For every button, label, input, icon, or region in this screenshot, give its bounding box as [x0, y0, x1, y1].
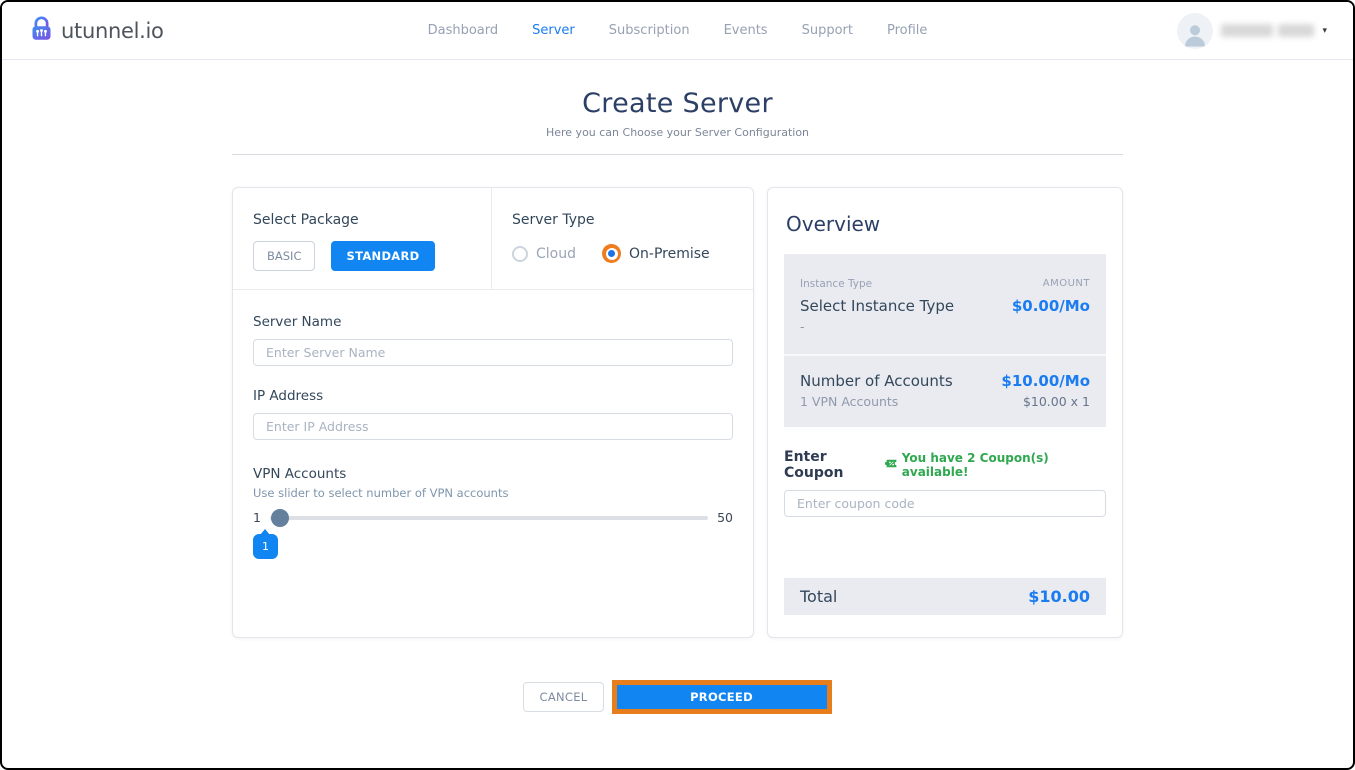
padlock-icon: [28, 15, 55, 46]
amount-header: AMOUNT: [1043, 278, 1090, 290]
page-subtitle: Here you can Choose your Server Configur…: [2, 126, 1353, 139]
ip-address-input[interactable]: [253, 413, 733, 440]
app-window: utunnel.io Dashboard Server Subscription…: [0, 0, 1355, 770]
server-name-label: Server Name: [253, 314, 733, 330]
nav-item-profile[interactable]: Profile: [887, 23, 927, 38]
radio-unselected-icon: [512, 246, 528, 262]
accounts-price-detail: $10.00 x 1: [1023, 394, 1090, 409]
radio-selected-icon: [602, 244, 621, 263]
logo-text: utunnel.io: [61, 19, 164, 43]
accounts-name: Number of Accounts: [800, 372, 953, 390]
slider-handle[interactable]: [271, 509, 289, 527]
accounts-amount: $10.00/Mo: [1001, 372, 1090, 390]
server-config-card: Select Package BASIC STANDARD Server Typ…: [232, 187, 754, 638]
server-type-label: Server Type: [512, 212, 733, 228]
nav-item-dashboard[interactable]: Dashboard: [428, 23, 499, 38]
slider-track[interactable]: [270, 516, 708, 520]
proceed-button[interactable]: PROCEED: [617, 685, 827, 709]
top-navbar: utunnel.io Dashboard Server Subscription…: [2, 2, 1353, 60]
radio-cloud[interactable]: Cloud: [512, 246, 576, 262]
accounts-row: Number of Accounts $10.00/Mo 1 VPN Accou…: [784, 356, 1106, 427]
instance-type-header: Instance Type: [800, 278, 872, 290]
nav-item-subscription[interactable]: Subscription: [609, 23, 690, 38]
slider-value-badge: 1: [253, 534, 278, 559]
main-nav: Dashboard Server Subscription Events Sup…: [428, 23, 928, 38]
total-amount: $10.00: [1028, 587, 1090, 606]
proceed-highlight-box: PROCEED: [612, 680, 832, 714]
coupons-available-text: You have 2 Coupon(s) available!: [902, 451, 1106, 479]
person-icon: [1177, 13, 1213, 49]
server-name-input[interactable]: [253, 339, 733, 366]
radio-cloud-label: Cloud: [536, 246, 576, 262]
coupon-label: Enter Coupon: [784, 449, 885, 481]
total-row: Total $10.00: [784, 578, 1106, 615]
total-label: Total: [800, 587, 837, 606]
coupon-code-input[interactable]: [784, 490, 1106, 517]
vpn-accounts-helper: Use slider to select number of VPN accou…: [253, 486, 733, 500]
vpn-accounts-label: VPN Accounts: [253, 466, 733, 482]
chevron-down-icon: ▾: [1322, 26, 1327, 36]
vpn-accounts-slider: 1 50 1: [253, 510, 733, 565]
select-package-label: Select Package: [253, 212, 471, 228]
logo[interactable]: utunnel.io: [28, 15, 164, 46]
package-standard-button[interactable]: STANDARD: [331, 241, 434, 271]
nav-item-support[interactable]: Support: [802, 23, 853, 38]
instance-type-name: Select Instance Type: [800, 297, 954, 315]
coupons-available-link[interactable]: You have 2 Coupon(s) available!: [885, 451, 1106, 479]
heading-divider: [232, 154, 1123, 155]
instance-type-row: Instance Type AMOUNT Select Instance Typ…: [784, 254, 1106, 354]
ip-address-label: IP Address: [253, 388, 733, 404]
overview-summary-panel: Instance Type AMOUNT Select Instance Typ…: [784, 254, 1106, 427]
cancel-button[interactable]: CANCEL: [523, 682, 603, 712]
nav-item-server[interactable]: Server: [532, 23, 575, 38]
overview-title: Overview: [786, 212, 1106, 236]
slider-max-label: 50: [717, 510, 733, 525]
slider-min-label: 1: [253, 510, 261, 525]
radio-on-premise-label: On-Premise: [629, 246, 710, 262]
nav-item-events[interactable]: Events: [724, 23, 768, 38]
page-title: Create Server: [2, 88, 1353, 119]
overview-card: Overview Instance Type AMOUNT Select Ins…: [767, 187, 1123, 638]
instance-type-amount: $0.00/Mo: [1012, 297, 1090, 315]
package-basic-button[interactable]: BASIC: [253, 241, 315, 271]
accounts-detail: 1 VPN Accounts: [800, 394, 898, 409]
user-name-redacted: [1221, 24, 1314, 37]
voucher-icon: [885, 457, 898, 473]
instance-type-detail: -: [800, 319, 805, 334]
radio-on-premise[interactable]: On-Premise: [602, 244, 710, 263]
user-menu[interactable]: ▾: [1177, 13, 1327, 49]
